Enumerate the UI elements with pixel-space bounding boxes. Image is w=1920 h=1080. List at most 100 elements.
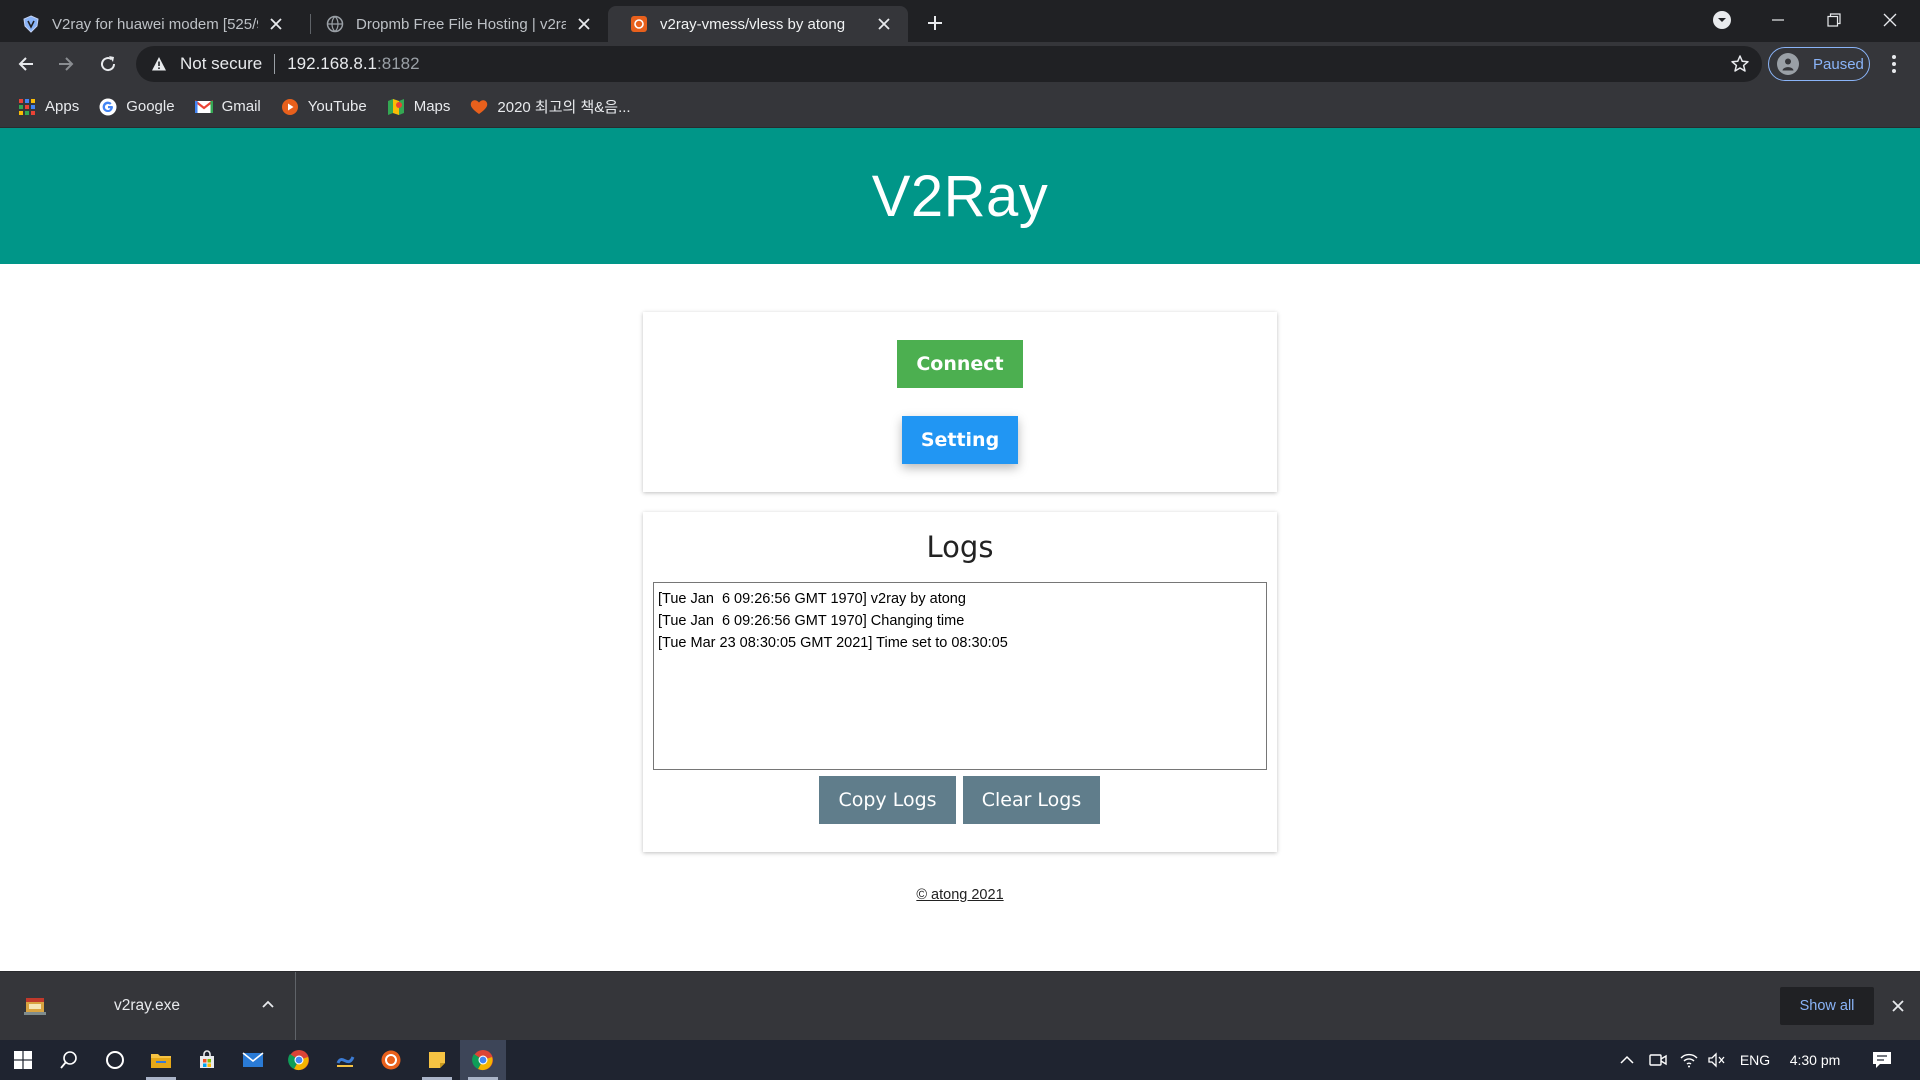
download-shelf: v2ray.exe Show all — [0, 971, 1920, 1040]
close-shelf-button[interactable] — [1886, 994, 1910, 1018]
meet-now-button[interactable] — [1645, 1040, 1671, 1080]
browser-toolbar: Not secure 192.168.8.1:8182 Paused — [0, 42, 1920, 86]
download-item[interactable]: v2ray.exe — [0, 972, 296, 1040]
reload-button[interactable] — [92, 48, 124, 80]
log-line: [Tue Jan 6 09:26:56 GMT 1970] v2ray by a… — [658, 591, 966, 607]
close-icon — [1892, 1000, 1904, 1012]
log-line: [Tue Jan 6 09:26:56 GMT 1970] Changing t… — [658, 613, 965, 629]
bookmark-gmail[interactable]: Gmail — [194, 98, 261, 116]
orange-app-button[interactable] — [368, 1040, 414, 1080]
forward-button[interactable] — [50, 48, 82, 80]
folder-icon — [151, 1054, 171, 1068]
profile-status: Paused — [1813, 55, 1864, 73]
file-explorer-button[interactable] — [138, 1040, 184, 1080]
cortana-circle-icon — [106, 1051, 124, 1069]
sticky-notes-button[interactable] — [414, 1040, 460, 1080]
copy-logs-button[interactable]: Copy Logs — [819, 776, 956, 824]
language-indicator[interactable]: ENG — [1736, 1040, 1774, 1080]
tab-v2ray-vmess-active[interactable]: v2ray-vmess/vless by atong — [608, 6, 908, 42]
google-icon — [99, 98, 117, 116]
restore-icon — [1827, 13, 1841, 27]
bookmark-youtube[interactable]: YouTube — [281, 98, 367, 116]
close-icon[interactable] — [574, 14, 594, 34]
bookmark-label: Google — [126, 98, 175, 115]
youtube-icon — [281, 98, 299, 116]
warning-triangle-icon — [150, 55, 168, 73]
action-center-button[interactable] — [1864, 1040, 1900, 1080]
reload-icon — [101, 56, 116, 72]
setting-button[interactable]: Setting — [902, 416, 1018, 464]
control-card: Connect Setting — [643, 312, 1277, 492]
bookmark-label: 2020 최고의 책&음... — [497, 99, 631, 116]
bookmark-star-icon[interactable] — [1730, 54, 1750, 74]
minimize-icon — [1772, 19, 1784, 21]
clock[interactable]: 4:30 pm — [1780, 1040, 1850, 1080]
download-file-name: v2ray.exe — [114, 997, 181, 1014]
log-line: [Tue Mar 23 08:30:05 GMT 2021] Time set … — [658, 635, 1008, 651]
volume-button[interactable] — [1704, 1040, 1730, 1080]
browser-menu-button[interactable] — [1880, 50, 1908, 78]
close-icon — [1883, 13, 1897, 27]
tab-search-button[interactable] — [1694, 0, 1750, 40]
python-app-button[interactable] — [322, 1040, 368, 1080]
window-close-button[interactable] — [1862, 0, 1918, 40]
mail-icon — [242, 1052, 264, 1067]
show-hidden-icons-button[interactable] — [1614, 1040, 1640, 1080]
chrome-button[interactable] — [276, 1040, 322, 1080]
page-header: V2Ray — [0, 128, 1920, 264]
back-button[interactable] — [10, 48, 42, 80]
connect-button[interactable]: Connect — [897, 340, 1023, 388]
bookmark-maps[interactable]: Maps — [387, 98, 450, 116]
tab-title: V2ray for huawei modem [525/9 — [52, 15, 258, 33]
profile-button[interactable]: Paused — [1768, 47, 1870, 81]
bookmark-google[interactable]: Google — [99, 98, 175, 116]
wifi-icon — [1680, 1053, 1698, 1068]
chrome-active-button[interactable] — [460, 1040, 506, 1080]
chevron-up-icon[interactable] — [258, 994, 278, 1014]
restore-button[interactable] — [1806, 0, 1862, 40]
start-button[interactable] — [0, 1040, 46, 1080]
apps-grid-icon — [18, 98, 36, 116]
close-icon[interactable] — [874, 14, 894, 34]
network-button[interactable] — [1676, 1040, 1702, 1080]
chrome-icon — [288, 1050, 309, 1071]
avatar — [1777, 53, 1799, 75]
tab-strip: V2ray for huawei modem [525/9 Dropmb Fre… — [0, 0, 1920, 42]
maps-icon — [387, 98, 405, 116]
address-bar[interactable]: Not secure 192.168.8.1:8182 — [136, 46, 1762, 82]
url-host: 192.168.8.1 — [287, 54, 378, 73]
windows-logo-icon — [14, 1051, 32, 1069]
page-content: V2Ray Connect Setting Logs [Tue Jan 6 09… — [0, 128, 1920, 971]
notification-icon — [1873, 1052, 1891, 1068]
tab-dropmb[interactable]: Dropmb Free File Hosting | v2ray — [304, 6, 608, 42]
mail-button[interactable] — [230, 1040, 276, 1080]
bookmark-label: YouTube — [307, 98, 367, 115]
close-icon[interactable] — [266, 14, 286, 34]
logs-heading: Logs — [926, 530, 994, 564]
cortana-button[interactable] — [92, 1040, 138, 1080]
tab-v2ray-huawei[interactable]: V2ray for huawei modem [525/9 — [0, 6, 300, 42]
search-button[interactable] — [46, 1040, 92, 1080]
bookmark-label: Gmail — [221, 98, 261, 115]
logs-textarea[interactable]: [Tue Jan 6 09:26:56 GMT 1970] v2ray by a… — [653, 582, 1267, 770]
minimize-button[interactable] — [1750, 0, 1806, 40]
heart-icon — [470, 98, 488, 116]
show-all-button[interactable]: Show all — [1780, 987, 1874, 1025]
new-tab-button[interactable] — [920, 8, 950, 38]
store-button[interactable] — [184, 1040, 230, 1080]
chevron-down-circle-icon — [1713, 11, 1731, 29]
bookmark-label: Apps — [45, 98, 80, 115]
gmail-icon — [194, 98, 213, 116]
snake-app-icon — [336, 1056, 355, 1067]
bookmark-korean-books[interactable]: 2020 최고의 책&음... — [470, 96, 631, 117]
clear-logs-button[interactable]: Clear Logs — [963, 776, 1100, 824]
footer-link[interactable]: © atong 2021 — [0, 887, 1920, 903]
security-status[interactable]: Not secure — [180, 54, 262, 74]
chrome-icon — [472, 1050, 493, 1071]
volume-muted-icon — [1708, 1052, 1725, 1068]
store-bag-icon — [200, 1050, 214, 1068]
orange-circle-app-icon — [381, 1050, 401, 1070]
chevron-up-icon — [1620, 1055, 1634, 1064]
bookmark-apps[interactable]: Apps — [18, 98, 79, 116]
v2ray-shield-icon — [22, 15, 40, 33]
